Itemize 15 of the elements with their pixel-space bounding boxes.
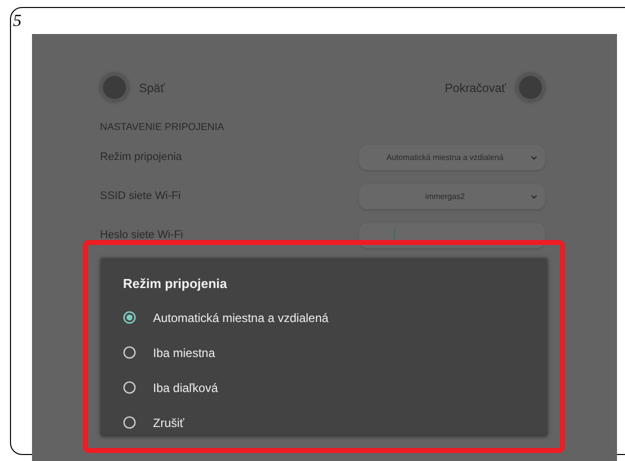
radio-option[interactable]: Zrušiť [123, 412, 184, 432]
section-title: NASTAVENIE PRIPOJENIA [100, 121, 226, 135]
chevron-down-icon [531, 156, 537, 160]
radio-option[interactable]: Iba miestna [123, 342, 216, 362]
field-label: Režim pripojenia [100, 150, 182, 166]
chevron-down-icon [531, 194, 537, 198]
circle-button-icon [516, 73, 545, 102]
radio-option[interactable]: Iba diaľková [123, 378, 218, 398]
field-label: Heslo siete Wi-Fi [100, 228, 184, 244]
field-label: SSID siete Wi-Fi [100, 189, 181, 204]
figure-number: 5 [13, 11, 22, 32]
dialog-title: Režim pripojenia [123, 275, 228, 293]
radio-option[interactable]: Automatická miestna a vzdialená [123, 308, 328, 328]
circle-button-icon [100, 73, 129, 102]
text-cursor [394, 228, 395, 242]
